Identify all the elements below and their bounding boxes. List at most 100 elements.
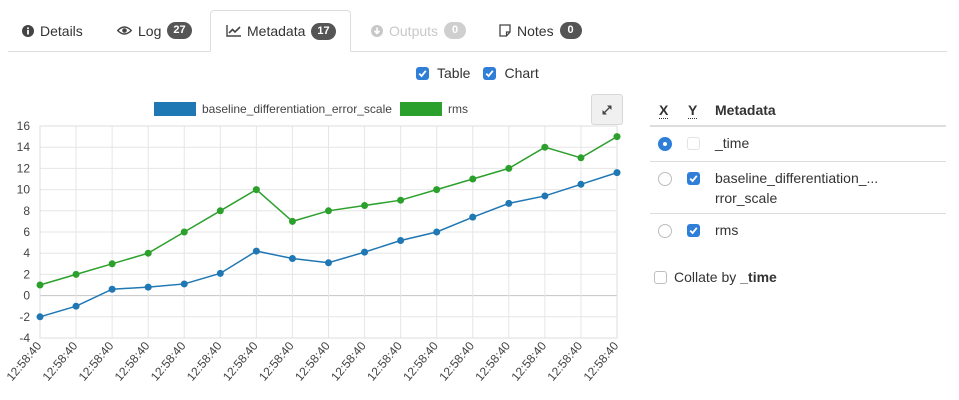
data-point	[36, 281, 44, 289]
data-point	[577, 154, 585, 162]
eye-icon	[117, 25, 132, 36]
data-point	[36, 313, 44, 321]
data-point	[108, 285, 116, 293]
data-point	[108, 260, 116, 268]
x-tick-label: 12:58:40	[364, 339, 405, 384]
metadata-row-time: _time	[650, 127, 946, 162]
data-point	[577, 180, 585, 188]
collate-label[interactable]: Collate by	[674, 269, 736, 285]
x-axis-radio-rms[interactable]	[658, 224, 672, 238]
data-point	[216, 207, 224, 215]
x-tick-label: 12:58:40	[436, 339, 477, 384]
line-chart: -4-2024681012141612:58:4012:58:4012:58:4…	[4, 102, 622, 384]
tab-metadata-label: Metadata	[247, 23, 306, 39]
tab-notes[interactable]: Notes 0	[485, 10, 596, 51]
x-tick-label: 12:58:40	[328, 339, 369, 384]
data-point	[325, 259, 332, 267]
x-tick-label: 12:58:40	[400, 339, 441, 384]
tab-log[interactable]: Log 27	[103, 10, 206, 51]
metadata-table: X Y Metadata _time baseline_differentiat…	[650, 96, 946, 246]
data-point	[541, 143, 549, 151]
data-point	[397, 196, 405, 204]
log-count-badge: 27	[167, 22, 192, 39]
line-chart-icon	[226, 25, 241, 37]
collate-checkbox[interactable]	[654, 270, 667, 284]
legend-swatch-0	[154, 102, 196, 116]
x-tick-label: 12:58:40	[184, 339, 225, 384]
legend-swatch-1	[400, 102, 442, 116]
circle-arrow-icon	[371, 24, 383, 37]
chart-toggle-checkbox[interactable]	[483, 66, 497, 80]
table-toggle-label[interactable]: Table	[437, 65, 470, 81]
outputs-count-badge: 0	[444, 22, 467, 39]
metadata-count-badge: 17	[311, 22, 336, 40]
note-icon	[499, 24, 511, 37]
chart-toggle-label[interactable]: Chart	[504, 65, 538, 81]
tab-log-label: Log	[138, 22, 162, 39]
data-point	[180, 280, 188, 288]
x-column-header: X	[659, 102, 669, 119]
view-toggles: Table Chart	[416, 65, 539, 81]
data-point	[288, 255, 296, 262]
data-point	[288, 217, 296, 225]
y-tick-label: 12	[17, 161, 31, 175]
data-point	[469, 175, 477, 183]
y-tick-label: 10	[17, 183, 31, 197]
metadata-row-baseline: baseline_differentiation_... rror_scale	[650, 162, 946, 214]
x-tick-label: 12:58:40	[76, 339, 117, 384]
y-tick-label: 2	[23, 267, 30, 281]
x-axis-radio-baseline[interactable]	[658, 172, 672, 186]
data-point	[613, 169, 621, 177]
data-point	[144, 283, 152, 291]
x-tick-label: 12:58:40	[256, 339, 297, 384]
tab-outputs: Outputs 0	[357, 10, 480, 51]
x-tick-label: 12:58:40	[544, 339, 585, 384]
tab-details[interactable]: Details	[8, 10, 97, 51]
data-point	[505, 199, 513, 207]
x-tick-label: 12:58:40	[112, 339, 153, 384]
tab-outputs-label: Outputs	[389, 22, 439, 39]
x-tick-label: 12:58:40	[581, 339, 622, 384]
x-tick-label: 12:58:40	[472, 339, 513, 384]
table-toggle-checkbox[interactable]	[416, 66, 429, 80]
x-axis-radio-time[interactable]	[658, 137, 672, 151]
metadata-name-baseline-line1: baseline_differentiation_...	[715, 170, 879, 186]
expand-chart-button[interactable]	[591, 94, 623, 125]
data-point	[361, 248, 369, 256]
metadata-name-time: _time	[715, 135, 750, 151]
y-tick-label: 16	[17, 119, 31, 133]
metadata-name-rms: rms	[715, 222, 739, 238]
metadata-table-header: X Y Metadata	[650, 96, 946, 127]
x-tick-label: 12:58:40	[220, 339, 261, 384]
tab-details-label: Details	[40, 22, 83, 39]
data-point	[397, 236, 405, 244]
metadata-row-rms: rms	[650, 214, 946, 246]
y-column-header: Y	[688, 102, 698, 119]
collate-field: _time	[740, 269, 777, 285]
data-point	[252, 247, 260, 255]
metadata-name-baseline-line2: rror_scale	[715, 190, 778, 206]
data-point	[613, 133, 621, 141]
data-point	[144, 249, 152, 257]
x-tick-label: 12:58:40	[148, 339, 189, 384]
x-tick-label: 12:58:40	[40, 339, 81, 384]
y-tick-label: 4	[23, 246, 30, 260]
data-point	[541, 192, 549, 200]
x-tick-label: 12:58:40	[292, 339, 333, 384]
y-tick-label: 14	[17, 140, 31, 154]
x-tick-label: 12:58:40	[4, 339, 45, 384]
tab-notes-label: Notes	[517, 22, 554, 39]
expand-icon	[601, 104, 613, 116]
legend-label-0: baseline_differentiation_error_scale	[202, 102, 392, 116]
tab-metadata[interactable]: Metadata 17	[210, 10, 351, 52]
y-tick-label: -2	[19, 310, 30, 324]
y-axis-checkbox-baseline[interactable]	[687, 172, 700, 185]
y-axis-checkbox-rms[interactable]	[687, 224, 700, 237]
data-point	[216, 269, 224, 277]
metadata-column-header: Metadata	[715, 102, 776, 118]
x-tick-label: 12:58:40	[508, 339, 549, 384]
notes-count-badge: 0	[559, 22, 582, 39]
data-point	[72, 270, 80, 278]
data-point	[180, 228, 188, 236]
legend-label-1: rms	[448, 102, 468, 116]
